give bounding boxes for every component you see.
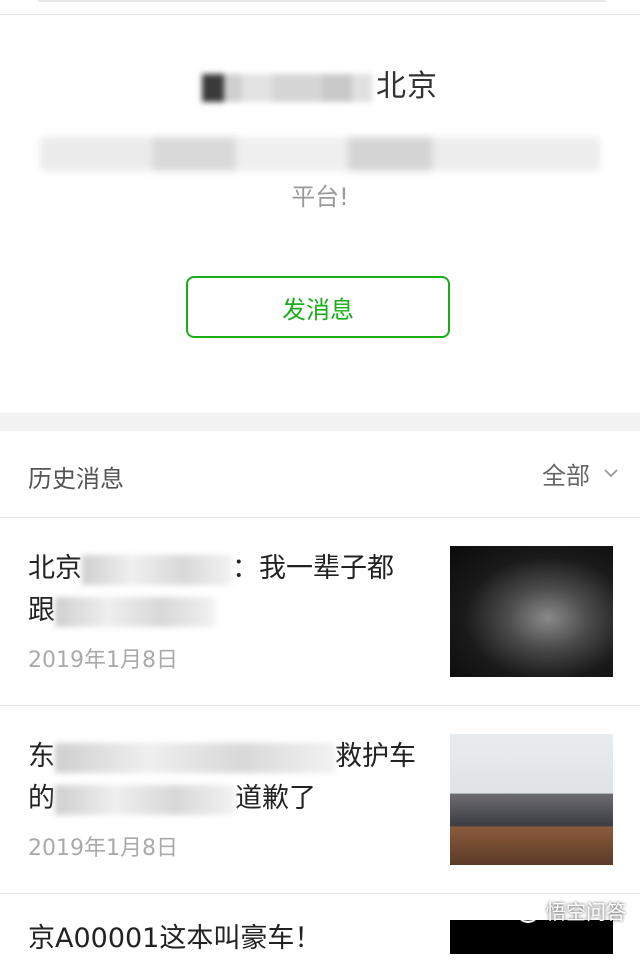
article-title: 东救护车 的道歉了 xyxy=(28,741,416,815)
article-thumbnail xyxy=(450,734,613,865)
article-title: 京A00001这本叫豪车！ xyxy=(28,923,322,954)
history-header: 历史消息 全部 xyxy=(0,431,640,518)
article-thumbnail xyxy=(450,920,613,954)
redacted-text xyxy=(55,596,215,627)
redacted-text xyxy=(55,784,235,815)
redacted-text xyxy=(82,554,232,585)
wukong-logo-icon xyxy=(516,898,540,923)
history-filter-dropdown[interactable]: 全部 xyxy=(542,455,618,491)
article-thumbnail xyxy=(450,546,613,677)
redacted-text xyxy=(55,742,335,773)
chevron-down-icon xyxy=(604,469,618,478)
account-description: 平台! xyxy=(40,133,600,219)
top-strip xyxy=(0,0,640,15)
top-divider xyxy=(38,0,606,2)
article-item[interactable]: 北京 ：我一辈子都 跟 2019年1月8日 xyxy=(0,518,640,706)
article-item[interactable]: 东救护车 的道歉了 2019年1月8日 xyxy=(0,706,640,894)
redacted-description xyxy=(40,137,600,171)
article-title: 北京 ：我一辈子都 跟 xyxy=(28,553,394,627)
article-date: 2019年1月8日 xyxy=(28,648,178,673)
description-end: 平台! xyxy=(291,183,349,211)
account-profile: 北京 平台! 发消息 xyxy=(0,15,640,413)
history-title: 历史消息 xyxy=(28,465,124,493)
redacted-name xyxy=(202,73,372,102)
filter-label: 全部 xyxy=(542,461,590,490)
article-date: 2019年1月8日 xyxy=(28,836,178,861)
send-message-button[interactable]: 发消息 xyxy=(186,276,450,338)
account-name-suffix: 北京 xyxy=(376,69,438,104)
section-gap xyxy=(0,413,640,431)
watermark: 悟空问答 xyxy=(516,896,626,925)
watermark-text: 悟空问答 xyxy=(546,900,626,924)
account-name: 北京 xyxy=(0,61,640,105)
